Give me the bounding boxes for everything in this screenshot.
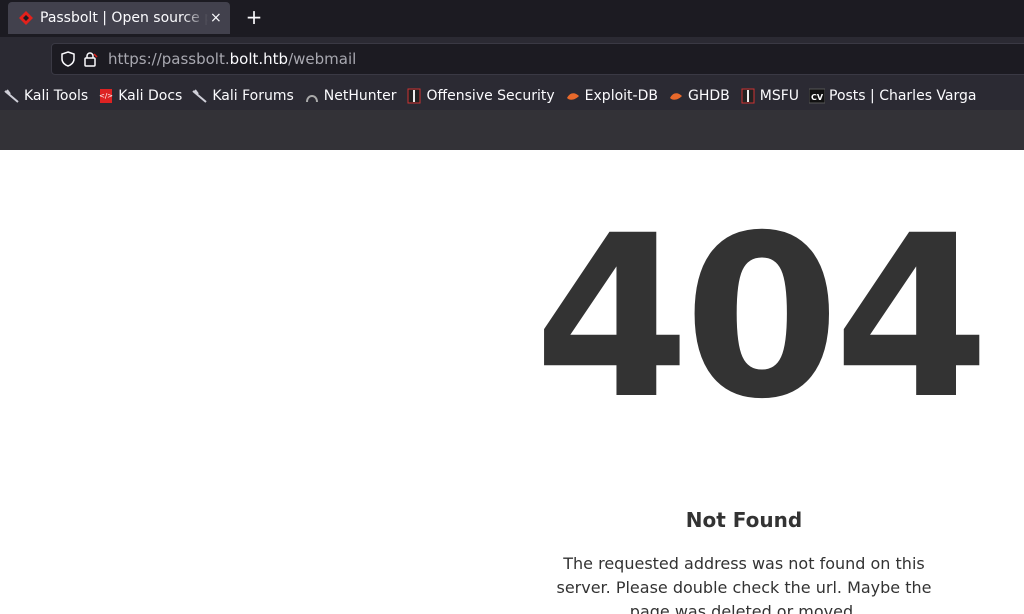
new-tab-button[interactable]: + xyxy=(244,6,264,30)
bookmark-ghdb[interactable]: GHDB xyxy=(664,84,736,108)
bookmark-exploit-db[interactable]: Exploit-DB xyxy=(561,84,664,108)
bookmark-posts-charles-varga[interactable]: CV Posts | Charles Varga xyxy=(805,84,982,108)
bookmark-label: Posts | Charles Varga xyxy=(829,87,977,104)
offsec-icon xyxy=(406,88,422,104)
url-prefix: https://passbolt. xyxy=(108,50,230,68)
bookmarks-toolbar: Kali Tools </> Kali Docs Kali Forums Net… xyxy=(0,81,1024,110)
bookmark-label: Kali Tools xyxy=(24,87,89,104)
url-host: bolt.htb xyxy=(229,50,289,68)
bookmark-label: NetHunter xyxy=(323,87,397,104)
error-message: The requested address was not found on t… xyxy=(556,554,932,614)
ghdb-icon xyxy=(668,88,684,104)
url-path: /webmail xyxy=(288,50,357,68)
kali-docs-icon: </> xyxy=(98,88,114,104)
exploit-db-icon xyxy=(565,88,581,104)
bookmark-kali-docs[interactable]: </> Kali Docs xyxy=(94,84,188,108)
navigation-toolbar: https://passbolt.bolt.htb/webmail xyxy=(0,37,1024,81)
error-title: Not Found xyxy=(685,508,803,532)
url-text[interactable]: https://passbolt.bolt.htb/webmail xyxy=(108,50,356,68)
address-bar[interactable]: https://passbolt.bolt.htb/webmail xyxy=(51,43,1024,75)
bookmark-nethunter[interactable]: NetHunter xyxy=(300,84,403,108)
close-tab-icon[interactable]: × xyxy=(210,10,222,26)
page-header-band xyxy=(0,110,1024,150)
offsec-icon xyxy=(740,88,756,104)
kali-dragon-icon xyxy=(4,88,20,104)
page-content: 404 Not Found The requested address was … xyxy=(0,150,1024,614)
bookmark-label: Exploit-DB xyxy=(584,87,658,104)
bookmark-label: Offensive Security xyxy=(426,87,555,104)
bookmark-kali-tools[interactable]: Kali Tools xyxy=(0,84,94,108)
nethunter-icon xyxy=(304,88,320,104)
bookmark-kali-forums[interactable]: Kali Forums xyxy=(188,84,299,108)
bookmark-label: MSFU xyxy=(759,87,799,104)
lock-icon[interactable] xyxy=(80,49,100,69)
browser-tab[interactable]: Passbolt | Open source password manager … xyxy=(8,2,230,34)
shield-icon[interactable] xyxy=(58,49,78,69)
bookmark-label: Kali Docs xyxy=(118,87,183,104)
bookmark-offensive-security[interactable]: Offensive Security xyxy=(402,84,560,108)
tab-title: Passbolt | Open source password manager … xyxy=(40,10,208,26)
bookmark-msfu[interactable]: MSFU xyxy=(736,84,805,108)
error-code: 404 xyxy=(534,187,990,448)
cv-icon: CV xyxy=(809,88,825,104)
tab-strip: Passbolt | Open source password manager … xyxy=(0,0,1024,37)
bookmark-label: Kali Forums xyxy=(212,87,294,104)
svg-text:</>: </> xyxy=(99,92,113,100)
svg-text:CV: CV xyxy=(811,93,824,102)
bookmark-label: GHDB xyxy=(687,87,730,104)
kali-dragon-icon xyxy=(192,88,208,104)
passbolt-favicon-icon xyxy=(18,10,34,26)
